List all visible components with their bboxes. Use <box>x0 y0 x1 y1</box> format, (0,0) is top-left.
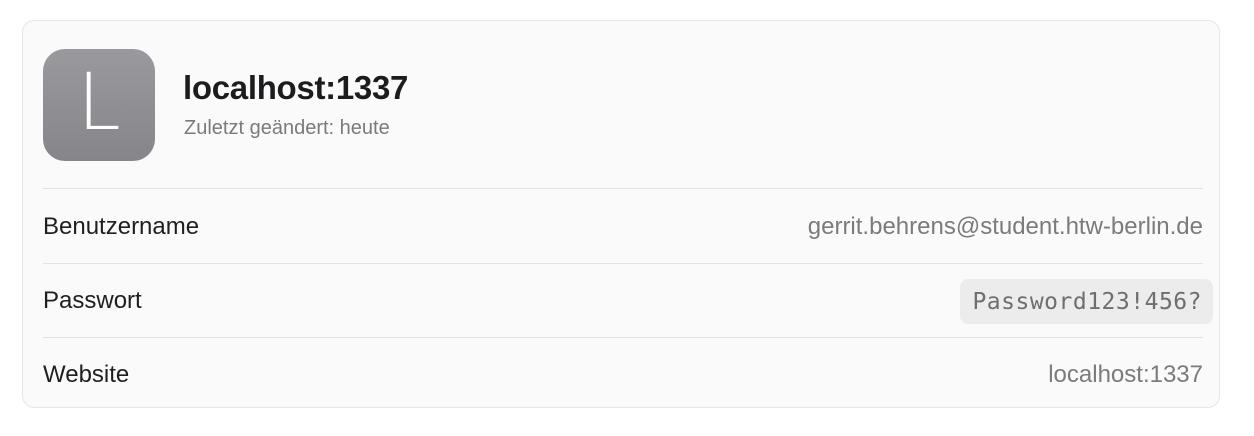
password-row: Passwort Password123!456? <box>43 264 1213 338</box>
username-value[interactable]: gerrit.behrens@student.htw-berlin.de <box>808 213 1203 241</box>
entry-header: L localhost:1337 Zuletzt geändert: heute <box>43 49 1203 161</box>
last-modified-text: Zuletzt geändert: heute <box>184 117 390 139</box>
username-label: Benutzername <box>43 213 200 240</box>
avatar-letter: L <box>77 58 121 148</box>
entry-title: localhost:1337 <box>183 69 409 106</box>
password-value[interactable]: Password123!456? <box>960 278 1213 324</box>
username-row: Benutzername gerrit.behrens@student.htw-… <box>43 190 1203 264</box>
site-avatar: L <box>43 49 155 161</box>
website-row: Website localhost:1337 <box>43 338 1203 412</box>
password-entry-card: L localhost:1337 Zuletzt geändert: heute… <box>22 20 1220 408</box>
website-value[interactable]: localhost:1337 <box>1048 361 1203 389</box>
header-divider <box>43 188 1203 189</box>
website-label: Website <box>43 361 130 388</box>
password-label: Passwort <box>43 287 142 314</box>
